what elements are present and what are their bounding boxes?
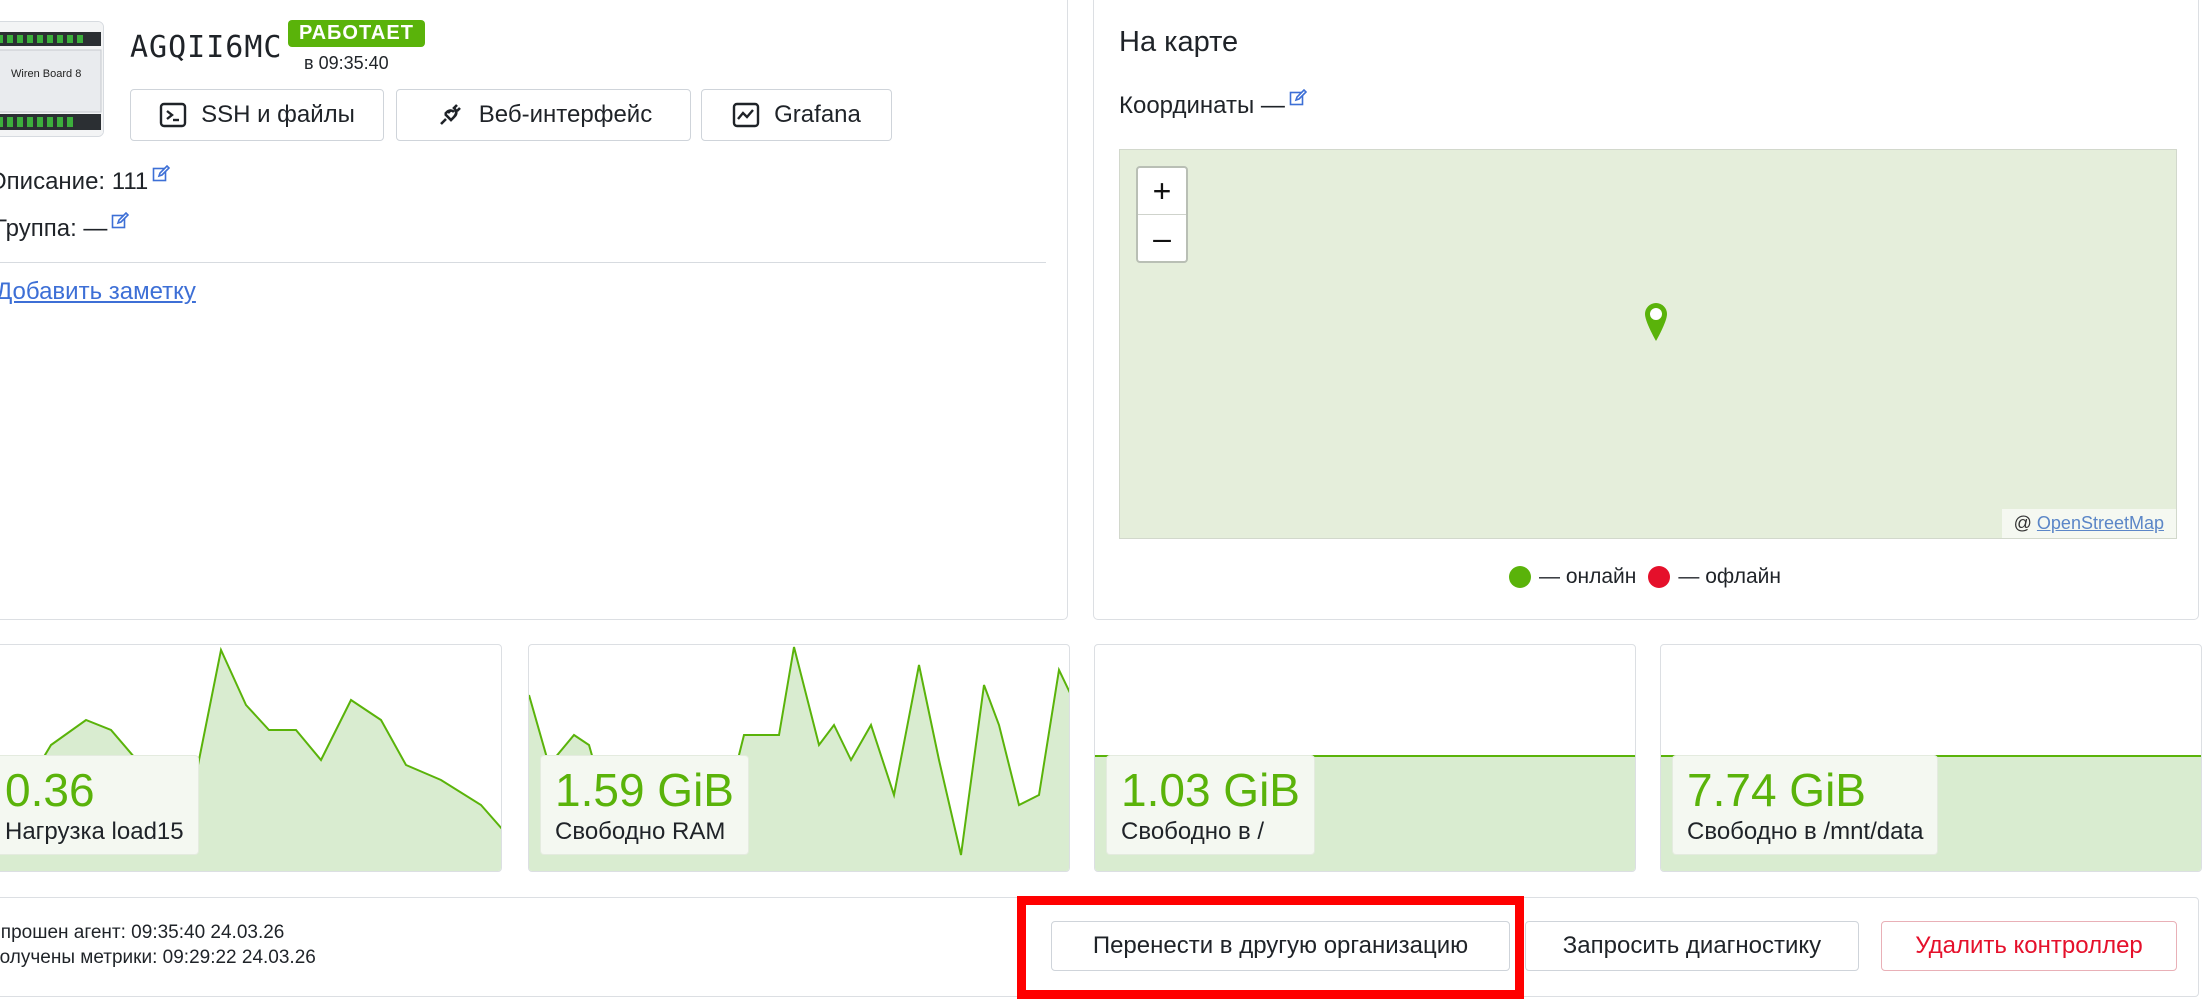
metric-box: 1.59 GiB Свободно RAM: [541, 756, 748, 854]
add-note-link[interactable]: Добавить заметку: [0, 278, 196, 306]
metric-label: Нагрузка load15: [5, 818, 184, 845]
status-time: в 09:35:40: [304, 53, 389, 73]
metric-value: 1.59 GiB: [555, 764, 734, 816]
zoom-in-button[interactable]: +: [1138, 168, 1186, 214]
group-label: Группа: —: [0, 215, 108, 242]
grafana-label: Grafana: [774, 101, 861, 128]
online-dot-icon: [1509, 566, 1531, 588]
group-field: Группа: —: [0, 211, 130, 243]
map-attribution: @ OpenStreetMap: [2001, 509, 2176, 538]
divider: [0, 262, 1046, 263]
offline-dot-icon: [1648, 566, 1671, 588]
description-field: Описание: 111: [0, 164, 171, 196]
map-legend: — онлайн — офлайн: [1509, 565, 1781, 589]
ssh-files-button[interactable]: SSH и файлы: [130, 89, 384, 141]
map-title: На карте: [1119, 26, 1239, 58]
web-interface-label: Веб-интерфейс: [478, 101, 653, 128]
edit-icon[interactable]: [152, 162, 171, 190]
highlight-box: [1017, 896, 1524, 999]
metric-box: 0.36 Нагрузка load15: [0, 756, 198, 854]
legend-online: — онлайн: [1539, 565, 1637, 588]
metric-label: Свободно в /: [1121, 818, 1265, 845]
device-thumbnail: Wiren Board 8: [0, 21, 104, 137]
metric-value: 1.03 GiB: [1121, 764, 1300, 816]
metric-label: Свободно RAM: [555, 818, 726, 845]
chart-icon: [732, 102, 760, 128]
edit-icon[interactable]: [111, 209, 130, 237]
metric-card-load: 0.36 Нагрузка load15: [0, 644, 502, 872]
zoom-out-button[interactable]: –: [1138, 214, 1186, 261]
status-badge: РАБОТАЕТ: [288, 20, 425, 47]
metric-box: 1.03 GiB Свободно в /: [1107, 756, 1314, 854]
metric-value: 0.36: [5, 764, 95, 816]
legend-offline: — офлайн: [1678, 565, 1781, 588]
metric-card-data-disk: 7.74 GiB Свободно в /mnt/data: [1660, 644, 2202, 872]
coordinates-field: Координаты —: [1119, 88, 1308, 120]
zoom-control: + –: [1136, 166, 1188, 263]
svg-text:Wiren Board 8: Wiren Board 8: [11, 68, 81, 80]
delete-controller-button[interactable]: Удалить контроллер: [1881, 921, 2177, 971]
terminal-icon: [159, 102, 187, 128]
attribution-prefix: @: [2013, 513, 2032, 533]
coordinates-label: Координаты —: [1119, 92, 1285, 119]
metrics-received-text: Получены метрики: 09:29:22 24.03.26: [0, 947, 316, 968]
map-pin-icon[interactable]: [1642, 300, 1670, 342]
agent-polled-text: Опрошен агент: 09:35:40 24.03.26: [0, 922, 285, 943]
edit-icon[interactable]: [1289, 86, 1308, 114]
metric-card-root-disk: 1.03 GiB Свободно в /: [1094, 644, 1636, 872]
metric-card-ram: 1.59 GiB Свободно RAM: [528, 644, 1070, 872]
request-diagnostics-button[interactable]: Запросить диагностику: [1525, 921, 1859, 971]
device-name: AGQII6MC: [130, 30, 283, 65]
plug-icon: [439, 104, 461, 125]
ssh-files-label: SSH и файлы: [201, 101, 355, 128]
map-view[interactable]: + – @ OpenStreetMap: [1119, 149, 2177, 539]
description-label: Описание: 111: [0, 168, 149, 195]
metric-value: 7.74 GiB: [1687, 764, 1866, 816]
openstreetmap-link[interactable]: OpenStreetMap: [2037, 513, 2164, 533]
grafana-button[interactable]: Grafana: [701, 89, 892, 141]
web-interface-button[interactable]: Веб-интерфейс: [396, 89, 691, 141]
metric-label: Свободно в /mnt/data: [1687, 818, 1924, 845]
metric-box: 7.74 GiB Свободно в /mnt/data: [1673, 756, 1938, 854]
